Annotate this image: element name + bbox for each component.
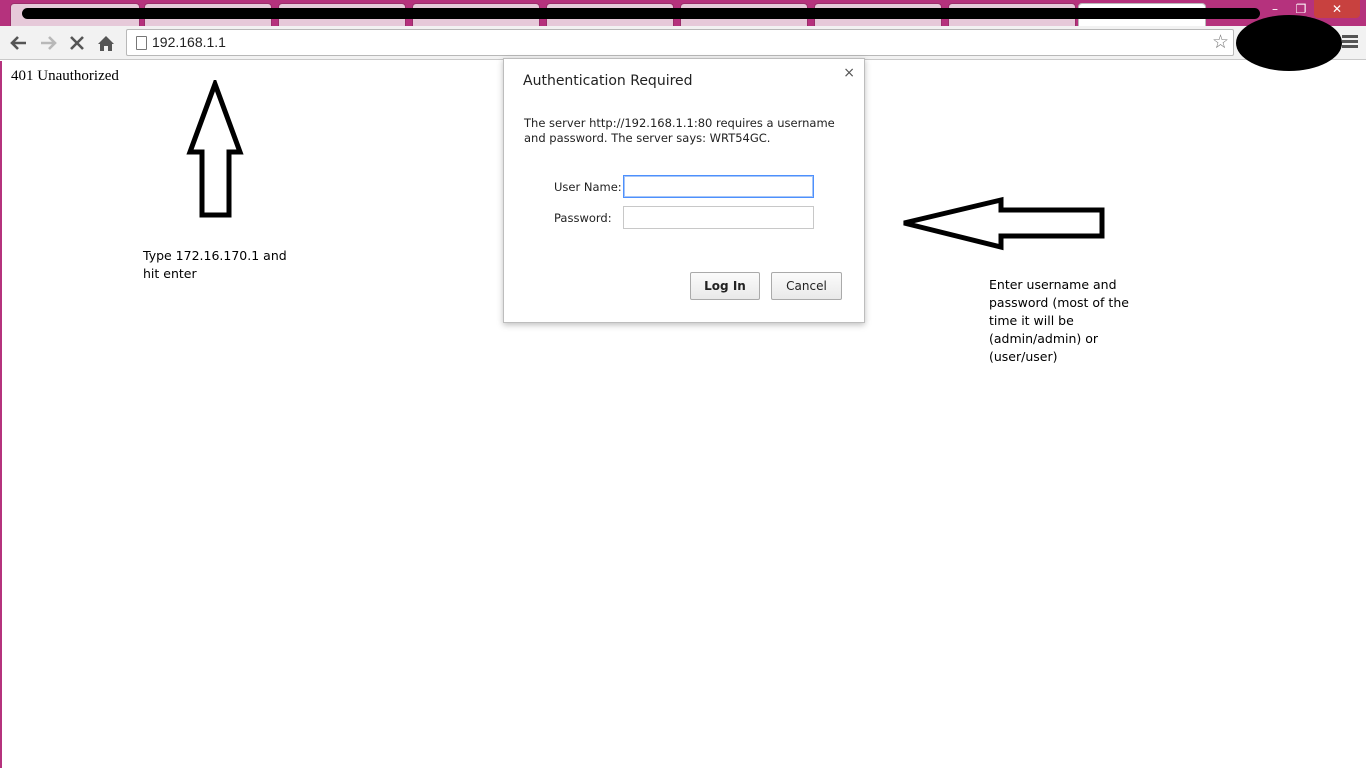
authentication-dialog: Authentication Required × The server htt…	[503, 58, 865, 323]
browser-toolbar: 192.168.1.1 ☆	[0, 26, 1366, 60]
annotation-enter-credentials: Enter username and password (most of the…	[989, 277, 1129, 364]
dialog-message: The server http://192.168.1.1:80 require…	[524, 116, 835, 145]
back-arrow-icon	[10, 36, 26, 50]
login-button[interactable]: Log In	[690, 272, 760, 300]
close-window-button[interactable]: ✕	[1314, 0, 1360, 18]
url-text[interactable]: 192.168.1.1	[152, 34, 226, 50]
password-field[interactable]	[623, 206, 814, 229]
hamburger-menu-icon	[1342, 35, 1358, 38]
close-icon[interactable]: ×	[843, 65, 855, 81]
home-icon	[98, 35, 114, 51]
up-arrow-annotation	[186, 80, 244, 218]
page-icon	[136, 36, 147, 50]
menu-button[interactable]	[1342, 35, 1358, 51]
stop-button[interactable]	[66, 32, 88, 54]
page-heading: 401 Unauthorized	[11, 68, 119, 84]
redaction-bar	[22, 8, 1260, 19]
username-label: User Name:	[554, 180, 622, 194]
address-bar[interactable]: 192.168.1.1 ☆	[126, 29, 1234, 56]
username-field[interactable]	[623, 175, 814, 198]
stop-loading-icon	[70, 36, 84, 50]
left-arrow-annotation	[903, 196, 1105, 251]
redaction-blob	[1236, 15, 1342, 71]
forward-arrow-icon	[41, 36, 57, 50]
annotation-type-address: Type 172.16.170.1 and hit enter	[143, 248, 287, 281]
forward-button[interactable]	[37, 32, 59, 54]
back-button[interactable]	[8, 32, 30, 54]
cancel-button[interactable]: Cancel	[771, 272, 842, 300]
home-button[interactable]	[95, 32, 117, 54]
dialog-title: Authentication Required	[523, 73, 693, 89]
star-icon[interactable]: ☆	[1212, 32, 1229, 52]
window-titlebar: – ❐ ✕	[0, 0, 1366, 26]
password-label: Password:	[554, 211, 612, 225]
